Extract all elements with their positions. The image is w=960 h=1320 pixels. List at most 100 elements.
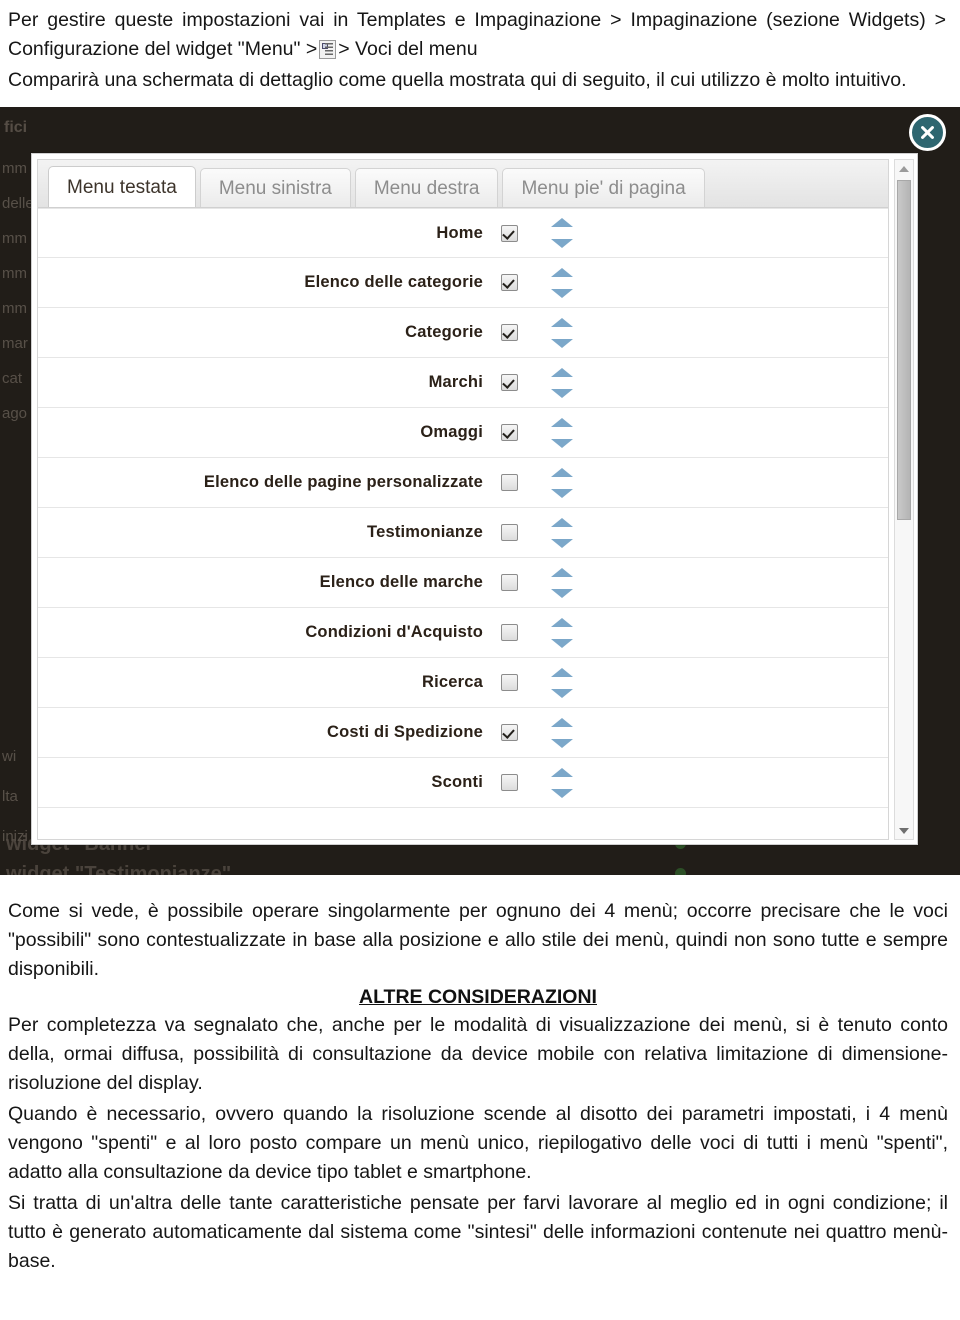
background-widget-status-dot <box>675 868 686 875</box>
menu-item-row: Marchi <box>38 358 888 408</box>
chevron-down-icon <box>551 638 573 648</box>
menu-item-checkbox[interactable] <box>501 524 518 541</box>
close-icon[interactable] <box>909 114 946 151</box>
after-screenshot-paragraph: Come si vede, è possibile operare singol… <box>8 900 948 980</box>
background-sidebar-fragments: mm delle mm mm mm mar cat ago <box>0 151 34 711</box>
background-sidebar-item: delle <box>2 195 34 212</box>
widget-config-icon <box>319 40 337 59</box>
reorder-handle-icon[interactable] <box>551 717 573 748</box>
menu-item-label: Sconti <box>431 773 483 791</box>
tab-menu-sinistra[interactable]: Menu sinistra <box>199 168 351 207</box>
menu-item-checkbox[interactable] <box>501 374 518 391</box>
embedded-screenshot: fici mm delle mm mm mm mar cat ago wi lt… <box>0 107 960 875</box>
menu-tabs: Menu testata Menu sinistra Menu destra M… <box>38 160 888 208</box>
chevron-down-icon <box>551 288 573 298</box>
chevron-down-icon <box>551 338 573 348</box>
section-heading: ALTRE CONSIDERAZIONI <box>359 986 597 1008</box>
menu-item-checkbox[interactable] <box>501 474 518 491</box>
chevron-up-icon <box>551 567 573 577</box>
intro-paragraph-2: Comparirà una schermata di dettaglio com… <box>8 69 907 91</box>
chevron-down-icon <box>551 788 573 798</box>
menu-item-label: Omaggi <box>420 423 483 441</box>
background-sidebar-item: cat <box>2 370 23 387</box>
reorder-handle-icon[interactable] <box>551 767 573 798</box>
menu-item-checkbox[interactable] <box>501 724 518 741</box>
menu-item-label: Ricerca <box>421 673 483 691</box>
dialog-content: Menu testata Menu sinistra Menu destra M… <box>37 159 889 840</box>
reorder-handle-icon[interactable] <box>551 467 573 498</box>
tab-menu-destra[interactable]: Menu destra <box>354 168 499 207</box>
chevron-up-icon <box>551 667 573 677</box>
reorder-handle-icon[interactable] <box>551 417 573 448</box>
menu-item-label: Elenco delle marche <box>319 573 483 591</box>
chevron-up-icon <box>551 517 573 527</box>
chevron-up-icon <box>551 717 573 727</box>
background-sidebar-item: mm <box>2 160 27 177</box>
chevron-down-icon <box>551 688 573 698</box>
menu-item-row: Testimonianze <box>38 508 888 558</box>
menu-item-checkbox[interactable] <box>501 224 518 242</box>
scroll-up-icon[interactable] <box>895 160 913 177</box>
reorder-handle-icon[interactable] <box>551 267 573 298</box>
menu-item-row: Costi di Spedizione <box>38 708 888 758</box>
background-sidebar-item: lta <box>2 788 18 805</box>
reorder-handle-icon[interactable] <box>551 517 573 548</box>
background-sidebar-item: mar <box>2 335 28 352</box>
menu-item-checkbox[interactable] <box>501 424 518 441</box>
menu-item-row: Condizioni d'Acquisto <box>38 608 888 658</box>
menu-item-checkbox[interactable] <box>501 274 518 291</box>
intro-paragraph-1: Per gestire queste impostazioni vai in T… <box>8 6 946 64</box>
intro-text-block: Per gestire queste impostazioni vai in T… <box>0 0 960 95</box>
menu-item-row: Categorie <box>38 308 888 358</box>
background-sidebar-item: wi <box>2 748 17 765</box>
menu-item-label: Elenco delle pagine personalizzate <box>203 473 483 491</box>
menu-item-checkbox[interactable] <box>501 624 518 641</box>
background-sidebar-item: mm <box>2 300 27 317</box>
reorder-handle-icon[interactable] <box>551 367 573 398</box>
menu-item-checkbox[interactable] <box>501 774 518 791</box>
closing-text-block: Come si vede, è possibile operare singol… <box>0 875 960 1276</box>
background-header-fragment: fici <box>4 119 28 136</box>
menu-item-row: Elenco delle marche <box>38 558 888 608</box>
menu-item-label: Elenco delle categorie <box>304 273 483 291</box>
reorder-handle-icon[interactable] <box>551 617 573 648</box>
reorder-handle-icon[interactable] <box>551 667 573 698</box>
chevron-up-icon <box>551 218 573 227</box>
closing-paragraph-3: Si tratta di un'altra delle tante caratt… <box>8 1192 948 1272</box>
chevron-down-icon <box>551 438 573 448</box>
menu-item-checkbox[interactable] <box>501 324 518 341</box>
reorder-handle-icon[interactable] <box>551 317 573 348</box>
chevron-down-icon <box>551 488 573 498</box>
tab-menu-pie-di-pagina[interactable]: Menu pie' di pagina <box>502 168 705 207</box>
menu-items-list: Home Elenco delle categorie Categorie Ma… <box>38 208 888 808</box>
menu-item-row: Sconti <box>38 758 888 808</box>
menu-item-checkbox[interactable] <box>501 574 518 591</box>
chevron-down-icon <box>551 588 573 598</box>
scrollbar-thumb[interactable] <box>897 180 911 520</box>
chevron-down-icon <box>551 239 573 248</box>
chevron-up-icon <box>551 467 573 477</box>
chevron-up-icon <box>551 767 573 777</box>
intro-paragraph-1-tail: > Voci del menu <box>338 38 478 60</box>
chevron-up-icon <box>551 367 573 377</box>
reorder-handle-icon[interactable] <box>551 218 573 248</box>
chevron-up-icon <box>551 617 573 627</box>
menu-item-row: Home <box>38 208 888 258</box>
menu-item-row: Elenco delle pagine personalizzate <box>38 458 888 508</box>
menu-item-row: Omaggi <box>38 408 888 458</box>
background-sidebar-item: ago <box>2 405 28 422</box>
document-page: Per gestire queste impostazioni vai in T… <box>0 0 960 1320</box>
chevron-down-icon <box>551 538 573 548</box>
closing-paragraph-1: Per completezza va segnalato che, anche … <box>8 1014 948 1094</box>
tab-menu-testata[interactable]: Menu testata <box>48 166 196 207</box>
menu-item-label: Categorie <box>405 323 483 341</box>
menu-item-checkbox[interactable] <box>501 674 518 691</box>
chevron-down-icon <box>551 388 573 398</box>
background-sidebar-item: mm <box>2 230 27 247</box>
scroll-down-icon[interactable] <box>895 822 913 839</box>
menu-item-label: Costi di Spedizione <box>327 723 483 741</box>
menu-item-row: Elenco delle categorie <box>38 258 888 308</box>
dialog-scrollbar[interactable] <box>894 159 914 840</box>
menu-item-label: Home <box>436 223 483 242</box>
reorder-handle-icon[interactable] <box>551 567 573 598</box>
